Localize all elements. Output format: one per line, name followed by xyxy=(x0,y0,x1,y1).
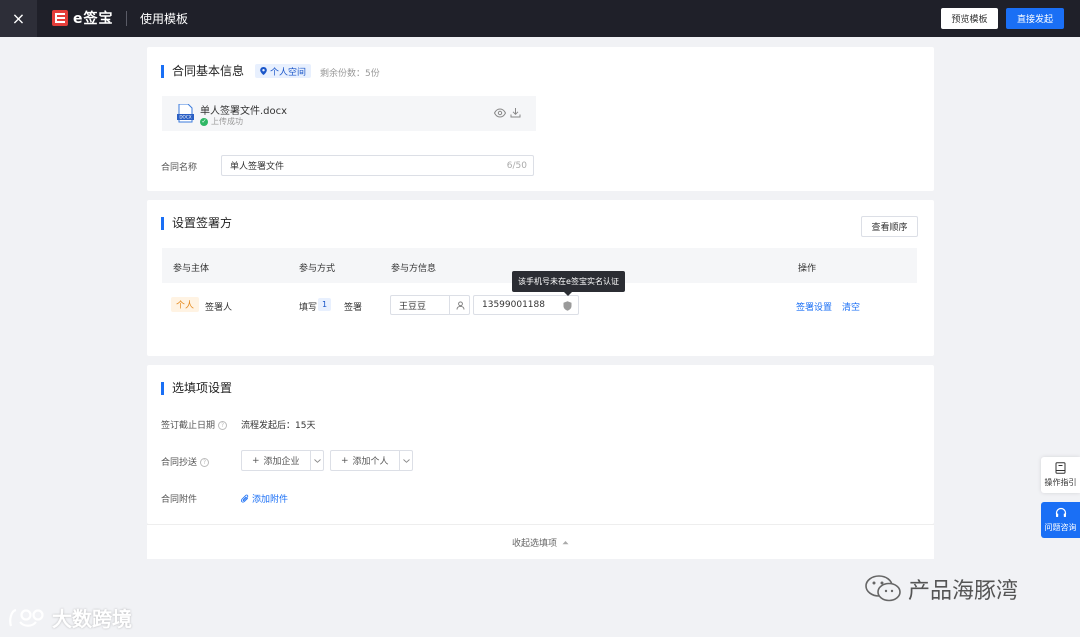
attachment-label: 合同附件 xyxy=(161,495,198,505)
check-circle-icon: ✓ xyxy=(200,117,208,126)
deadline-label: 签订截止日期? xyxy=(161,418,228,431)
deadline-label-text: 签订截止日期 xyxy=(161,421,216,431)
collapse-label: 收起选填项 xyxy=(511,538,557,549)
shield-icon[interactable] xyxy=(563,301,572,311)
contact-picker-button[interactable] xyxy=(449,296,470,314)
user-icon xyxy=(456,300,464,310)
chevron-down-icon[interactable] xyxy=(399,451,412,470)
help-consult-label: 问题咨询 xyxy=(1044,523,1077,532)
view-order-button[interactable]: 查看顺序 xyxy=(861,216,918,237)
add-company-label: 添加企业 xyxy=(263,457,300,467)
paperclip-icon xyxy=(241,494,249,503)
remaining-count: 剩余份数：5份 xyxy=(320,69,380,79)
mode-sign: 签署 xyxy=(344,303,363,313)
collapse-options-button[interactable]: 收起选填项 xyxy=(147,524,934,559)
wechat-icon xyxy=(865,575,901,602)
mode-fill: 填写 xyxy=(299,303,318,313)
preview-template-button[interactable]: 预览模板 xyxy=(941,8,998,29)
eye-icon[interactable] xyxy=(494,108,506,118)
add-attachment-label: 添加附件 xyxy=(252,495,289,505)
close-button[interactable]: × xyxy=(0,0,37,37)
signer-phone-input[interactable]: 13599001188 xyxy=(473,295,579,315)
esign-logo-icon xyxy=(52,10,68,26)
download-icon[interactable] xyxy=(510,107,521,118)
start-directly-button[interactable]: 直接发起 xyxy=(1006,8,1064,29)
operation-guide-button[interactable]: 操作指引 xyxy=(1041,457,1080,493)
plus-icon: + xyxy=(341,455,349,466)
header-divider xyxy=(126,11,127,26)
contract-info-card: 合同基本信息 个人空间 剩余份数：5份 DOCX 单人签署文件.docx ✓ 上… xyxy=(147,47,934,191)
entity-role: 签署人 xyxy=(205,303,233,313)
brand-watermark-icon xyxy=(9,608,44,627)
watermark-right: 产品海豚湾 xyxy=(864,573,1018,605)
watermark-left-text: 大数跨境 xyxy=(52,607,132,631)
unverified-phone-tooltip: 该手机号未在e签宝实名认证 xyxy=(512,271,625,296)
help-icon[interactable]: ? xyxy=(200,458,210,467)
signer-name-value: 王豆豆 xyxy=(399,301,427,312)
add-person-label: 添加个人 xyxy=(352,457,389,467)
headset-icon xyxy=(1055,507,1066,517)
contract-name-label: 合同名称 xyxy=(161,163,198,173)
file-name: 单人签署文件.docx xyxy=(200,106,288,117)
sign-settings-link[interactable]: 签署设置 xyxy=(796,300,832,313)
column-header: 参与方信息 xyxy=(391,264,437,274)
chevron-down-icon[interactable] xyxy=(310,451,323,470)
svg-text:DOCX: DOCX xyxy=(179,115,191,120)
help-consult-button[interactable]: 问题咨询 xyxy=(1041,502,1080,538)
upload-status: ✓ 上传成功 xyxy=(200,116,243,127)
operation-guide-label: 操作指引 xyxy=(1044,478,1077,487)
cc-label: 合同抄送? xyxy=(161,455,210,468)
docx-file-icon: DOCX xyxy=(177,103,194,124)
cc-label-text: 合同抄送 xyxy=(161,458,198,468)
deadline-value: 流程发起后：15天 xyxy=(241,421,316,431)
contract-name-value: 单人签署文件 xyxy=(230,162,285,172)
column-header: 操作 xyxy=(798,264,817,274)
add-person-button[interactable]: + 添加个人 xyxy=(330,450,413,471)
page-title: 使用模板 xyxy=(140,12,189,26)
location-pin-icon xyxy=(260,67,267,75)
add-attachment-link[interactable]: 添加附件 xyxy=(241,492,288,505)
order-number-badge: 1 xyxy=(318,298,331,311)
column-header: 参与主体 xyxy=(173,264,210,274)
brand-name: e签宝 xyxy=(73,11,114,27)
book-icon xyxy=(1055,462,1066,474)
close-icon: × xyxy=(11,9,26,28)
signer-name-input[interactable]: 王豆豆 xyxy=(390,295,470,315)
section-title: 合同基本信息 xyxy=(161,65,244,78)
plus-icon: + xyxy=(252,455,260,466)
space-badge: 个人空间 xyxy=(255,64,312,78)
space-badge-label: 个人空间 xyxy=(270,67,307,78)
signer-phone-value: 13599001188 xyxy=(482,300,545,310)
chevron-up-icon xyxy=(562,540,569,544)
optional-settings-card: 选填项设置 签订截止日期? 流程发起后：15天 合同抄送? + 添加企业 + 添加个… xyxy=(147,365,934,524)
watermark-right-text: 产品海豚湾 xyxy=(908,579,1019,604)
contract-name-input[interactable]: 单人签署文件 6/50 xyxy=(221,155,534,176)
column-header: 参与方式 xyxy=(299,264,336,274)
clear-link[interactable]: 清空 xyxy=(842,300,860,313)
entity-type-tag: 个人 xyxy=(171,297,200,312)
char-counter: 6/50 xyxy=(506,161,527,171)
upload-status-text: 上传成功 xyxy=(211,117,243,126)
top-bar: × e签宝 使用模板 预览模板 直接发起 xyxy=(0,0,1080,37)
add-company-button[interactable]: + 添加企业 xyxy=(241,450,324,471)
signers-card: 设置签署方 查看顺序 参与主体 参与方式 参与方信息 操作 个人 签署人 填写 … xyxy=(147,200,934,356)
watermark-left: 大数跨境 xyxy=(8,603,132,632)
file-item: DOCX 单人签署文件.docx ✓ 上传成功 xyxy=(162,96,536,131)
help-icon[interactable]: ? xyxy=(218,421,228,430)
section-title: 选填项设置 xyxy=(161,382,232,395)
brand-logo: e签宝 xyxy=(52,9,114,27)
section-title: 设置签署方 xyxy=(161,217,232,230)
